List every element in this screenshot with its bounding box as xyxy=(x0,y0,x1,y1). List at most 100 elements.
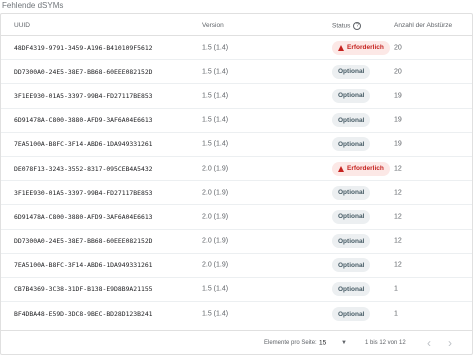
uuid-cell: 6D91478A-C800-3880-AFD9-3AF6A04E6613 xyxy=(14,212,153,221)
crash-count-cell: 19 xyxy=(394,92,402,100)
status-badge-label: Optional xyxy=(338,140,365,148)
crash-count-cell: 12 xyxy=(394,189,402,197)
status-cell: Optional xyxy=(332,234,371,249)
status-badge-label: Optional xyxy=(338,189,365,197)
table-row[interactable]: CB7B4369-3C38-31DF-B138-E9D8B9A21155 1.5 … xyxy=(1,278,472,303)
uuid-cell: CB7B4369-3C38-31DF-B138-E9D8B9A21155 xyxy=(14,285,153,294)
version-cell: 1.5 (1.4) xyxy=(202,140,229,148)
missing-dsyms-page: Fehlende dSYMs UUID Version Status? Anza… xyxy=(0,0,474,356)
column-header-count: Anzahl der Abstürze xyxy=(394,22,453,29)
version-cell: 2.0 (1.9) xyxy=(202,165,229,173)
version-cell: 2.0 (1.9) xyxy=(202,213,229,221)
status-badge: Optional xyxy=(332,307,371,322)
status-badge-label: Optional xyxy=(338,213,365,221)
status-badge-label: Optional xyxy=(338,68,365,76)
table-row[interactable]: DD7300A0-24E5-38E7-BB68-60EEE082152D 1.5 … xyxy=(1,60,472,85)
uuid-cell: DD7300A0-24E5-38E7-BB68-60EEE082152D xyxy=(14,67,153,76)
status-cell: Optional xyxy=(332,307,371,322)
status-cell: Erforderlich xyxy=(332,40,390,55)
table-body: 48DF4319-9791-3459-A196-B410109F5612 1.5 … xyxy=(1,36,472,326)
per-page-label: Elemente pro Seite: xyxy=(264,339,317,346)
status-badge: Erforderlich xyxy=(332,161,390,176)
page-range: 1 bis 12 von 12 xyxy=(365,339,406,346)
crash-count-cell: 19 xyxy=(394,140,402,148)
status-cell: Optional xyxy=(332,209,371,224)
uuid-cell: 3F1EE930-01A5-3397-99B4-FD27117BE853 xyxy=(14,91,153,100)
chevron-right-icon[interactable]: › xyxy=(448,336,452,350)
status-badge: Erforderlich xyxy=(332,40,390,55)
status-cell: Optional xyxy=(332,64,371,79)
uuid-cell: 6D91478A-C800-3880-AFD9-3AF6A04E6613 xyxy=(14,116,153,125)
version-cell: 2.0 (1.9) xyxy=(202,261,229,269)
status-badge-label: Optional xyxy=(338,237,365,245)
version-cell: 2.0 (1.9) xyxy=(202,189,229,197)
status-badge: Optional xyxy=(332,88,371,103)
card-title: Fehlende dSYMs xyxy=(2,1,64,10)
uuid-cell: 7EA5100A-B8FC-3F14-ABD6-1DA949331261 xyxy=(14,261,153,270)
crash-count-cell: 20 xyxy=(394,44,402,52)
status-badge-label: Optional xyxy=(338,261,365,269)
status-badge: Optional xyxy=(332,234,371,249)
chevron-left-icon[interactable]: ‹ xyxy=(427,336,431,350)
caret-down-icon[interactable]: ▼ xyxy=(341,340,347,346)
table-footer: Elemente pro Seite: 15 ▼ 1 bis 12 von 12… xyxy=(1,330,472,354)
version-cell: 1.5 (1.4) xyxy=(202,285,229,293)
table-row[interactable]: 6D91478A-C800-3880-AFD9-3AF6A04E6613 2.0 … xyxy=(1,205,472,230)
uuid-cell: 7EA5100A-B8FC-3F14-ABD6-1DA949331261 xyxy=(14,140,153,149)
status-badge: Optional xyxy=(332,282,371,297)
table-row[interactable]: 3F1EE930-01A5-3397-99B4-FD27117BE853 1.5 … xyxy=(1,84,472,109)
per-page-select[interactable]: 15 xyxy=(319,339,326,346)
status-badge: Optional xyxy=(332,209,371,224)
table-row[interactable]: 3F1EE930-01A5-3397-99B4-FD27117BE853 2.0 … xyxy=(1,181,472,206)
status-badge-label: Optional xyxy=(338,285,365,293)
table-row[interactable]: DE078F13-3243-3552-8317-095CEB4A5432 2.0 … xyxy=(1,157,472,182)
table-row[interactable]: 7EA5100A-B8FC-3F14-ABD6-1DA949331261 2.0 … xyxy=(1,254,472,278)
status-cell: Optional xyxy=(332,258,371,273)
version-cell: 1.5 (1.4) xyxy=(202,92,229,100)
crash-count-cell: 1 xyxy=(394,285,398,293)
column-header-status: Status? xyxy=(332,22,362,30)
uuid-cell: DD7300A0-24E5-38E7-BB68-60EEE082152D xyxy=(14,237,153,246)
dsyms-table-card: UUID Version Status? Anzahl der Abstürze… xyxy=(0,13,473,355)
table-row[interactable]: BF4DBA48-E59D-3DC8-9BEC-BD28D123B241 1.5 … xyxy=(1,302,472,326)
column-header-uuid: UUID xyxy=(14,22,30,29)
warning-icon xyxy=(338,165,344,172)
status-badge-label: Erforderlich xyxy=(347,165,384,173)
status-badge-label: Optional xyxy=(338,310,365,318)
table-header: UUID Version Status? Anzahl der Abstürze xyxy=(1,14,472,36)
crash-count-cell: 12 xyxy=(394,237,402,245)
status-cell: Optional xyxy=(332,137,371,152)
table-row[interactable]: 6D91478A-C800-3880-AFD9-3AF6A04E6613 1.5 … xyxy=(1,109,472,133)
status-badge-label: Optional xyxy=(338,92,365,100)
crash-count-cell: 12 xyxy=(394,261,402,269)
status-cell: Optional xyxy=(332,185,371,200)
uuid-cell: BF4DBA48-E59D-3DC8-9BEC-BD28D123B241 xyxy=(14,310,153,319)
help-circle-icon[interactable]: ? xyxy=(353,22,362,30)
column-header-status-label: Status xyxy=(332,22,351,30)
table-row[interactable]: 7EA5100A-B8FC-3F14-ABD6-1DA949331261 1.5 … xyxy=(1,133,472,157)
uuid-cell: DE078F13-3243-3552-8317-095CEB4A5432 xyxy=(14,164,153,173)
uuid-cell: 48DF4319-9791-3459-A196-B410109F5612 xyxy=(14,43,153,52)
status-cell: Erforderlich xyxy=(332,161,390,176)
version-cell: 2.0 (1.9) xyxy=(202,237,229,245)
warning-icon xyxy=(338,44,344,51)
crash-count-cell: 1 xyxy=(394,310,398,318)
version-cell: 1.5 (1.4) xyxy=(202,116,229,124)
status-badge: Optional xyxy=(332,64,371,79)
status-badge-label: Optional xyxy=(338,116,365,124)
table-row[interactable]: 48DF4319-9791-3459-A196-B410109F5612 1.5 … xyxy=(1,36,472,61)
crash-count-cell: 12 xyxy=(394,213,402,221)
table-row[interactable]: DD7300A0-24E5-38E7-BB68-60EEE082152D 2.0 … xyxy=(1,230,472,254)
column-header-version: Version xyxy=(202,22,224,29)
uuid-cell: 3F1EE930-01A5-3397-99B4-FD27117BE853 xyxy=(14,188,153,197)
version-cell: 1.5 (1.4) xyxy=(202,310,229,318)
status-badge: Optional xyxy=(332,185,371,200)
crash-count-cell: 19 xyxy=(394,116,402,124)
version-cell: 1.5 (1.4) xyxy=(202,68,229,76)
status-badge-label: Erforderlich xyxy=(347,44,384,52)
crash-count-cell: 12 xyxy=(394,165,402,173)
status-cell: Optional xyxy=(332,113,371,128)
status-badge: Optional xyxy=(332,113,371,128)
status-cell: Optional xyxy=(332,282,371,297)
crash-count-cell: 20 xyxy=(394,68,402,76)
